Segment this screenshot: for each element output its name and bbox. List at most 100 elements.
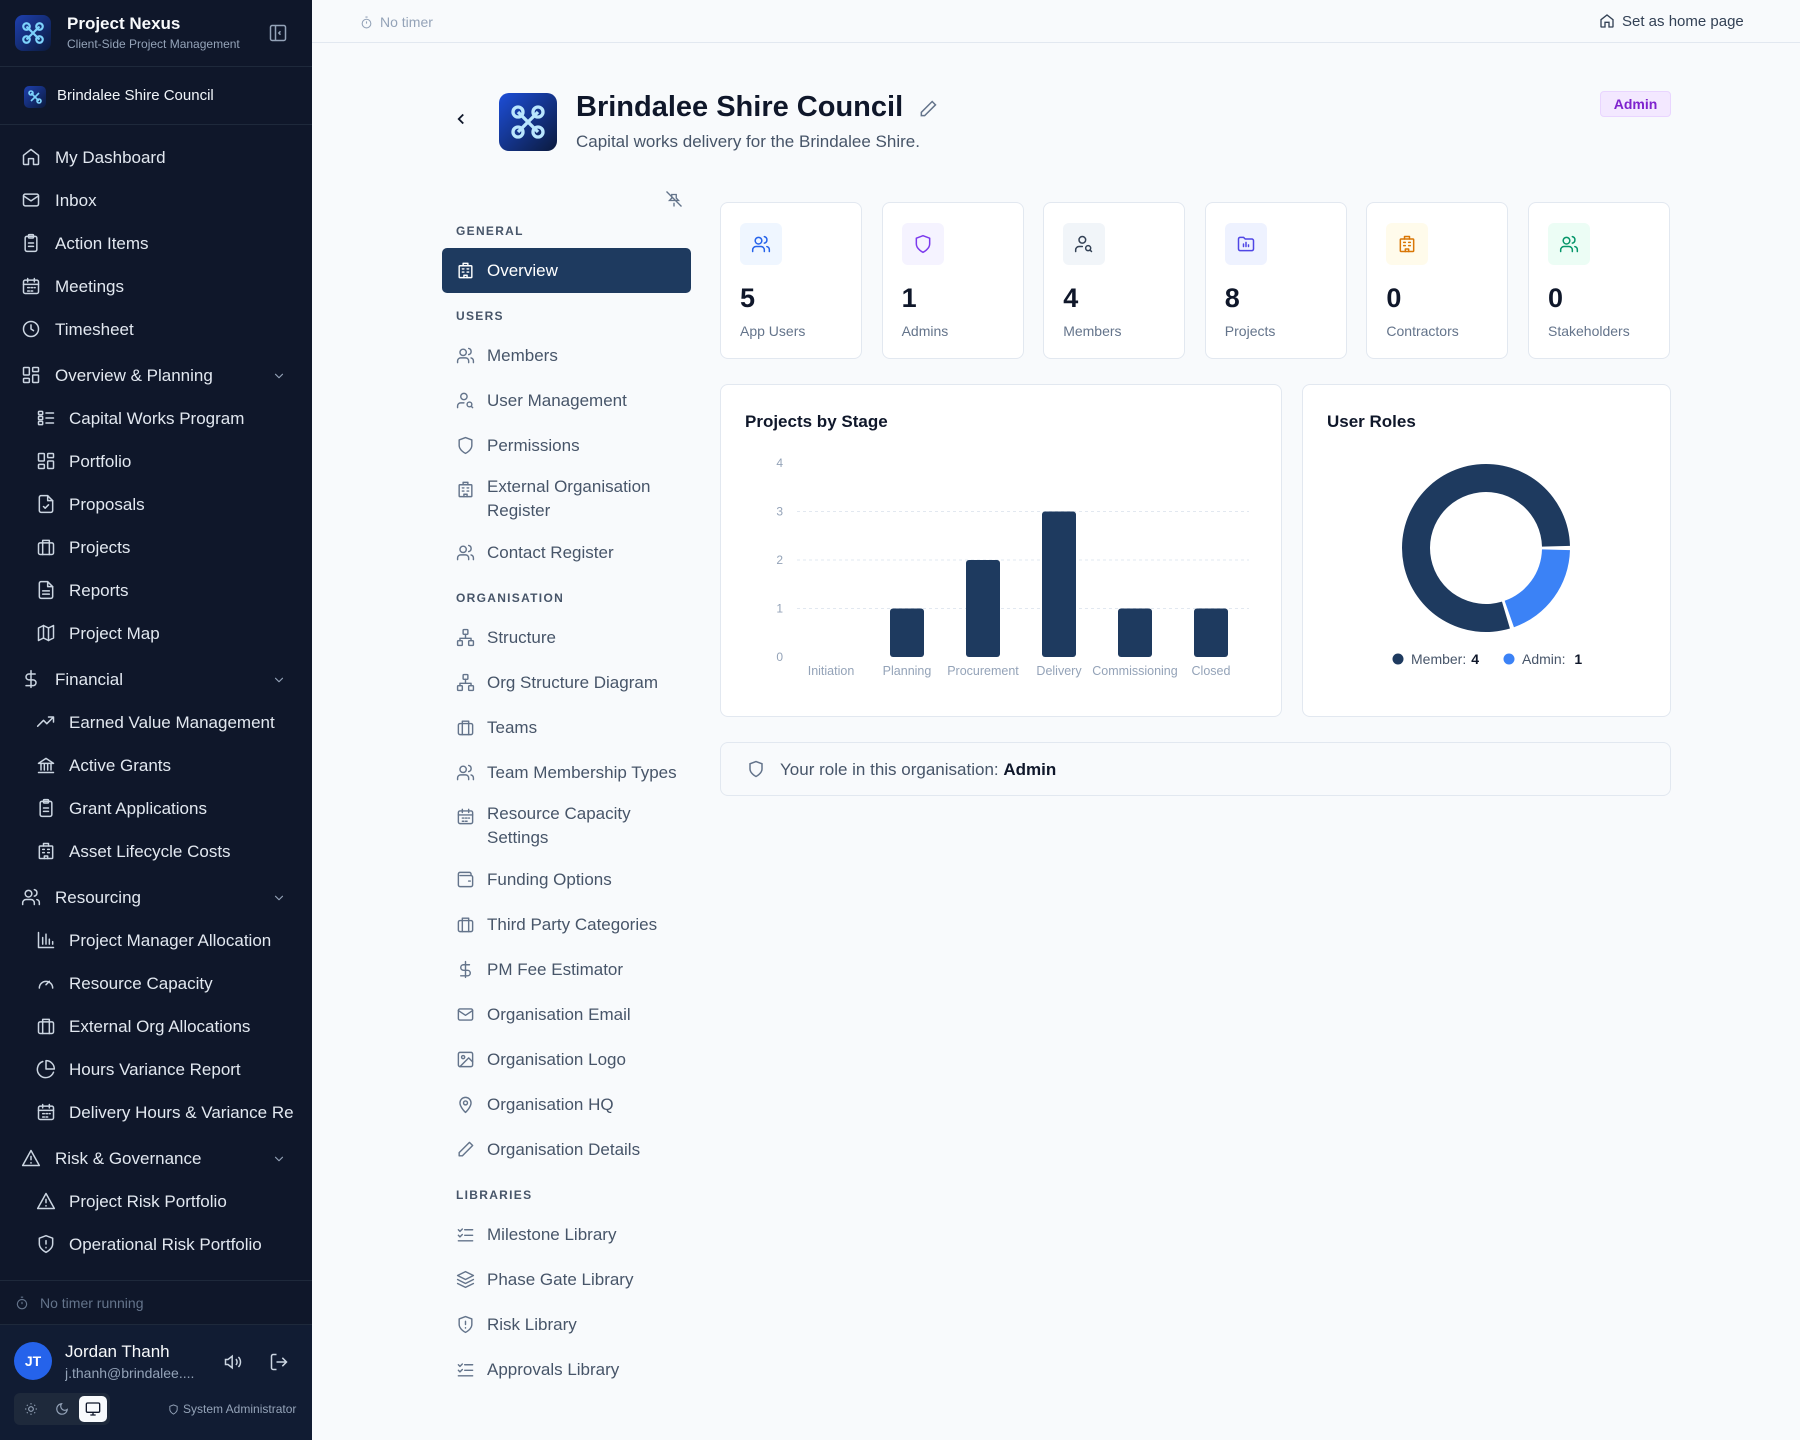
sidebar-item-proposals[interactable]: Proposals: [0, 484, 312, 524]
menu-item-members[interactable]: Members: [442, 333, 691, 378]
menu-item-label: Organisation Email: [487, 1004, 631, 1024]
bar-procurement[interactable]: [966, 560, 1000, 657]
logout-icon[interactable]: [269, 1352, 289, 1372]
stat-card-members[interactable]: 4 Members: [1043, 202, 1186, 359]
sidebar-item-operational-risk-portfolio[interactable]: Operational Risk Portfolio: [0, 1224, 312, 1264]
sidebar-item-action-items[interactable]: Action Items: [0, 223, 312, 263]
sidebar-item-overview-and-planning[interactable]: Overview & Planning: [0, 355, 312, 395]
menu-item-milestone-library[interactable]: Milestone Library: [442, 1212, 691, 1257]
menu-item-risk-library[interactable]: Risk Library: [442, 1302, 691, 1347]
sidebar-collapse-icon[interactable]: [268, 23, 290, 45]
user-search-icon: [456, 391, 475, 410]
mail-icon: [21, 190, 41, 210]
menu-item-organisation-hq[interactable]: Organisation HQ: [442, 1082, 691, 1127]
stat-card-projects[interactable]: 8 Projects: [1204, 202, 1347, 359]
sidebar-item-project-map[interactable]: Project Map: [0, 613, 312, 653]
chevron-down-icon[interactable]: [272, 890, 286, 904]
sidebar-item-financial[interactable]: Financial: [0, 659, 312, 699]
sidebar-item-project-manager-allocation[interactable]: Project Manager Allocation: [0, 920, 312, 960]
bar-delivery[interactable]: [1042, 511, 1076, 658]
menu-item-approvals-library[interactable]: Approvals Library: [442, 1347, 691, 1392]
menu-item-structure[interactable]: Structure: [442, 615, 691, 660]
image-icon: [456, 1050, 475, 1069]
sidebar-item-meetings[interactable]: Meetings: [0, 266, 312, 306]
menu-item-external-organisation-register[interactable]: External Organisation Register: [442, 468, 691, 530]
sidebar-item-asset-lifecycle-costs[interactable]: Asset Lifecycle Costs: [0, 831, 312, 871]
menu-item-organisation-email[interactable]: Organisation Email: [442, 992, 691, 1037]
menu-item-user-management[interactable]: User Management: [442, 378, 691, 423]
sidebar-item-timesheet[interactable]: Timesheet: [0, 309, 312, 349]
sidebar-item-active-grants[interactable]: Active Grants: [0, 745, 312, 785]
stat-card-contractors[interactable]: 0 Contractors: [1366, 202, 1509, 359]
menu-item-label: Contact Register: [487, 542, 614, 562]
warning-icon: [21, 1148, 41, 1168]
set-home-page-label: Set as home page: [1622, 13, 1744, 30]
light-theme-icon[interactable]: [17, 1396, 45, 1422]
sidebar-item-hours-variance-report[interactable]: Hours Variance Report: [0, 1049, 312, 1089]
sound-icon[interactable]: [223, 1352, 243, 1372]
org-switcher[interactable]: Brindalee Shire Council: [0, 67, 312, 125]
menu-item-org-structure-diagram[interactable]: Org Structure Diagram: [442, 660, 691, 705]
menu-item-contact-register[interactable]: Contact Register: [442, 530, 691, 575]
sidebar-item-inbox[interactable]: Inbox: [0, 180, 312, 220]
sidebar-item-projects[interactable]: Projects: [0, 527, 312, 567]
unpin-icon[interactable]: [665, 190, 683, 208]
checklist-icon: [456, 1360, 475, 1379]
menu-item-overview[interactable]: Overview: [442, 248, 691, 293]
stat-value: 5: [740, 283, 756, 313]
set-home-page-button[interactable]: Set as home page: [1599, 13, 1744, 30]
dark-theme-icon[interactable]: [48, 1396, 76, 1422]
menu-item-team-membership-types[interactable]: Team Membership Types: [442, 750, 691, 795]
bar-closed[interactable]: [1194, 608, 1228, 658]
dollar-icon: [21, 669, 41, 689]
sidebar-item-reports[interactable]: Reports: [0, 570, 312, 610]
top-timer[interactable]: No timer: [360, 14, 433, 30]
shield-alert-icon: [456, 1315, 475, 1334]
calendar-icon: [456, 807, 475, 826]
menu-item-permissions[interactable]: Permissions: [442, 423, 691, 468]
sidebar-item-grant-applications[interactable]: Grant Applications: [0, 788, 312, 828]
y-tick-label: 4: [776, 456, 783, 470]
sidebar-item-external-org-allocations[interactable]: External Org Allocations: [0, 1006, 312, 1046]
trend-icon: [36, 712, 56, 732]
stat-card-stakeholders[interactable]: 0 Stakeholders: [1528, 202, 1670, 359]
menu-item-phase-gate-library[interactable]: Phase Gate Library: [442, 1257, 691, 1302]
avatar[interactable]: JT: [14, 1342, 52, 1380]
sidebar-item-label: Projects: [69, 538, 131, 557]
sidebar-item-resource-capacity[interactable]: Resource Capacity: [0, 963, 312, 1003]
menu-section-libraries: LIBRARIES: [456, 1188, 533, 1202]
sidebar-item-portfolio[interactable]: Portfolio: [0, 441, 312, 481]
sidebar-item-earned-value-management[interactable]: Earned Value Management: [0, 702, 312, 742]
sidebar-item-capital-works-program[interactable]: Capital Works Program: [0, 398, 312, 438]
sidebar-item-delivery-hours-and-variance-re[interactable]: Delivery Hours & Variance Re: [0, 1092, 312, 1132]
back-icon[interactable]: [452, 110, 470, 128]
y-tick-label: 1: [776, 602, 783, 616]
system-theme-icon[interactable]: [79, 1396, 107, 1422]
stat-card-admins[interactable]: 1 Admins: [881, 202, 1024, 359]
menu-item-label: Teams: [487, 717, 538, 737]
menu-item-third-party-categories[interactable]: Third Party Categories: [442, 902, 691, 947]
bar-planning[interactable]: [890, 608, 924, 658]
sidebar-item-resourcing[interactable]: Resourcing: [0, 877, 312, 917]
chevron-down-icon[interactable]: [272, 1151, 286, 1165]
sidebar-item-my-dashboard[interactable]: My Dashboard: [0, 137, 312, 177]
edit-pencil-icon[interactable]: [918, 99, 938, 119]
menu-item-pm-fee-estimator[interactable]: PM Fee Estimator: [442, 947, 691, 992]
sidebar-item-risk-and-governance[interactable]: Risk & Governance: [0, 1138, 312, 1178]
menu-item-teams[interactable]: Teams: [442, 705, 691, 750]
chevron-down-icon[interactable]: [272, 368, 286, 382]
chevron-down-icon[interactable]: [272, 672, 286, 686]
bar-commissioning[interactable]: [1118, 608, 1152, 658]
stat-card-app-users[interactable]: 5 App Users: [720, 202, 862, 359]
app-name: Project Nexus: [67, 14, 181, 33]
menu-item-organisation-details[interactable]: Organisation Details: [442, 1127, 691, 1172]
user-role-label: System Administrator: [183, 1402, 297, 1416]
sidebar-item-label: Project Risk Portfolio: [69, 1192, 227, 1211]
menu-item-funding-options[interactable]: Funding Options: [442, 857, 691, 902]
menu-item-organisation-logo[interactable]: Organisation Logo: [442, 1037, 691, 1082]
sidebar-item-project-risk-portfolio[interactable]: Project Risk Portfolio: [0, 1181, 312, 1221]
sidebar-item-label: Inbox: [55, 191, 97, 210]
menu-item-resource-capacity-settings[interactable]: Resource Capacity Settings: [442, 795, 691, 857]
users-icon: [740, 223, 782, 265]
slice-admin[interactable]: [1504, 549, 1570, 628]
